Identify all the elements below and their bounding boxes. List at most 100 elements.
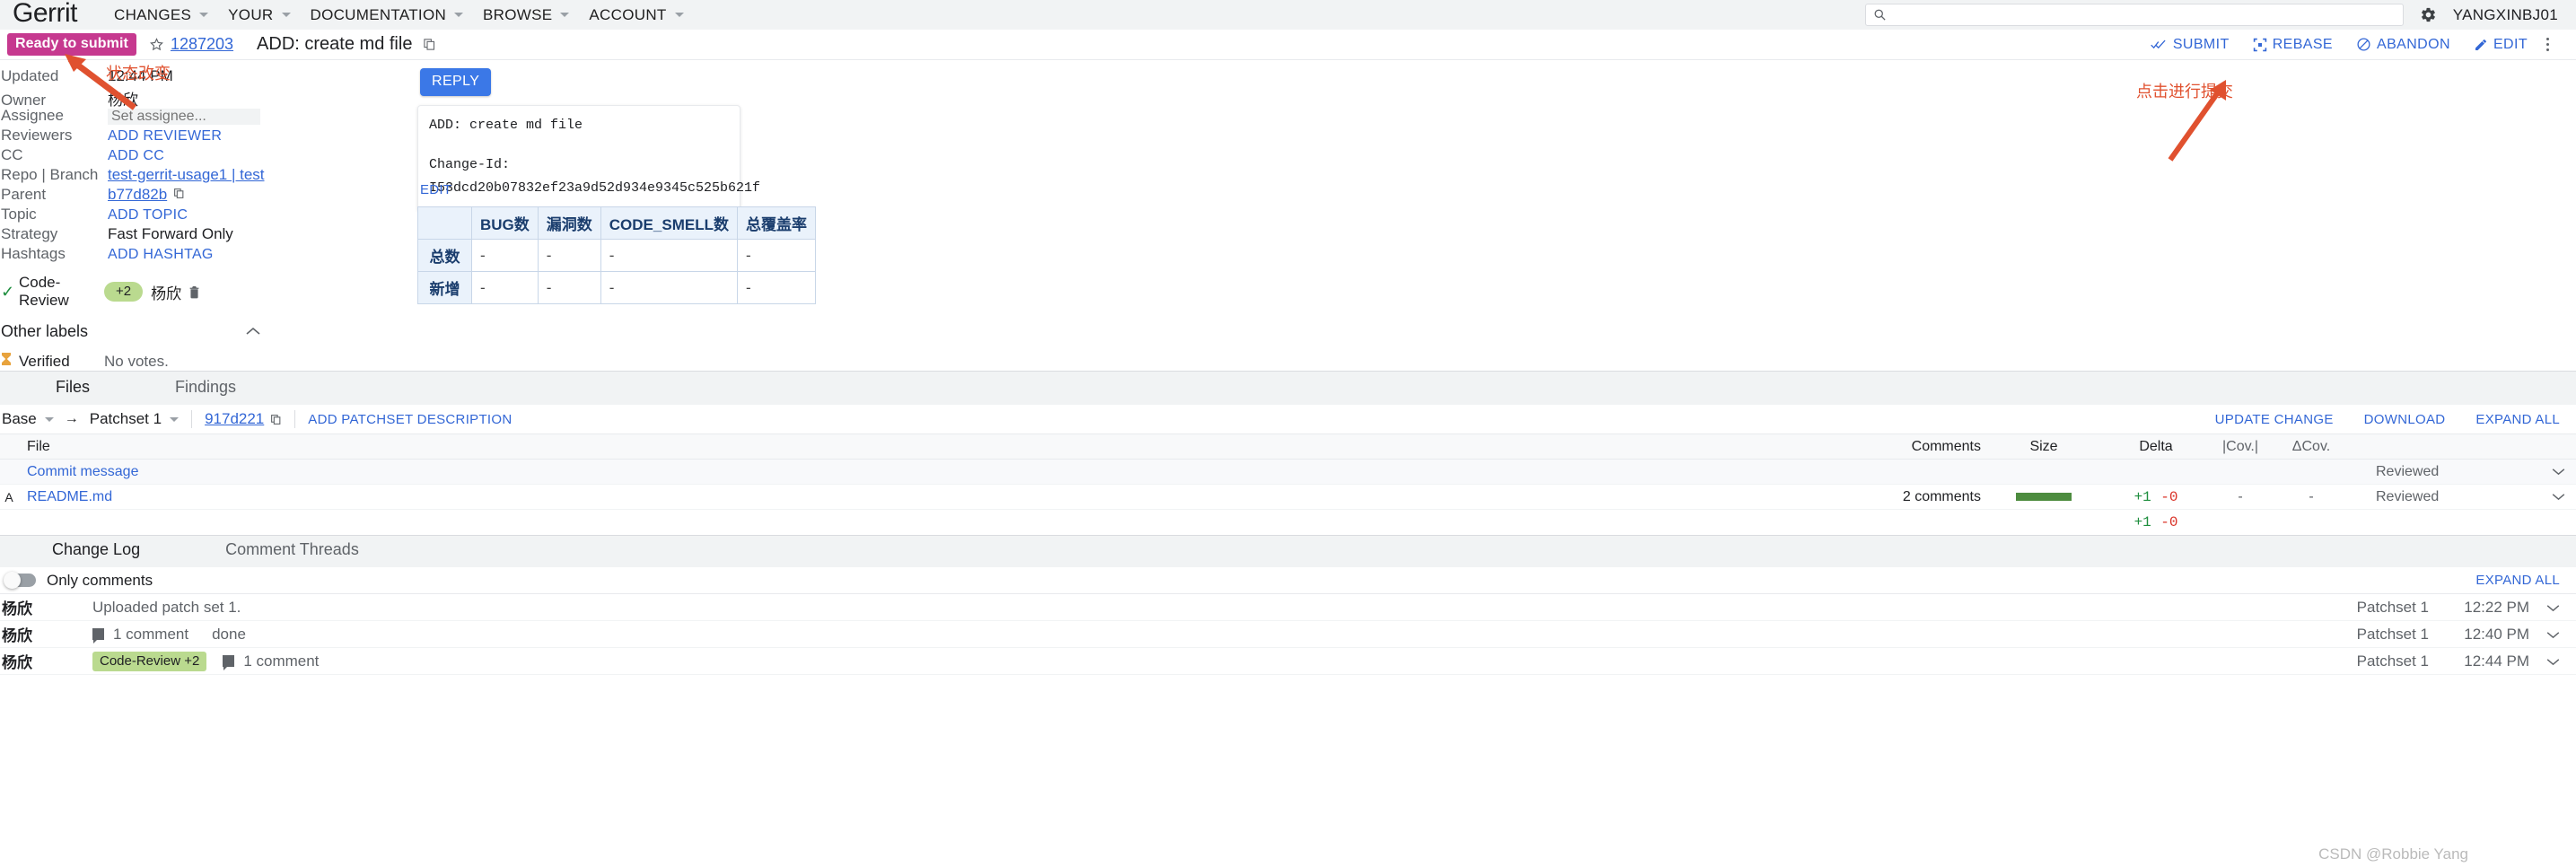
chevron-down-icon[interactable] — [2529, 652, 2560, 670]
tab-comment-threads[interactable]: Comment Threads — [207, 540, 377, 567]
table-row[interactable]: Commit message Reviewed — [0, 460, 2576, 485]
block-icon — [2357, 38, 2370, 51]
app-logo[interactable]: Gerrit — [13, 0, 78, 30]
update-change-button[interactable]: UPDATE CHANGE — [2215, 412, 2334, 427]
change-actions: SUBMIT REBASE ABANDON EDIT — [2139, 37, 2560, 53]
base-selector[interactable]: Base — [2, 410, 54, 428]
log-patchset: Patchset 1 — [2356, 652, 2429, 670]
add-reviewer-button[interactable]: ADD REVIEWER — [108, 128, 222, 144]
nav-item-browse[interactable]: BROWSE — [473, 6, 579, 24]
user-menu[interactable]: YANGXINBJ01 — [2453, 6, 2558, 24]
rebase-button[interactable]: REBASE — [2241, 37, 2344, 53]
other-labels-toggle[interactable]: Other labels — [0, 322, 260, 341]
trash-icon[interactable] — [188, 285, 200, 299]
metrics-cell: - — [537, 271, 601, 304]
add-hashtag-button[interactable]: ADD HASHTAG — [108, 247, 214, 263]
nav-item-documentation[interactable]: DOCUMENTATION — [301, 6, 474, 24]
file-status: A — [4, 489, 13, 504]
chevron-down-icon[interactable] — [2529, 626, 2560, 644]
search-box[interactable] — [1864, 4, 2404, 26]
file-comments[interactable]: 2 comments — [1824, 489, 1981, 505]
double-check-icon — [2151, 39, 2166, 49]
edit-button[interactable]: EDIT — [2462, 37, 2539, 53]
metrics-cell: - — [736, 239, 816, 272]
list-item[interactable]: 杨欣 Code-Review +2 1 comment Patchset 1 1… — [0, 648, 2576, 675]
metrics-row-new: 新增 - - - - — [417, 271, 816, 304]
patchset-right-actions: UPDATE CHANGE DOWNLOAD EXPAND ALL — [2215, 412, 2560, 427]
download-button[interactable]: DOWNLOAD — [2364, 412, 2446, 427]
log-timestamp: 12:44 PM — [2464, 652, 2529, 670]
nav-item-account[interactable]: ACCOUNT — [579, 6, 693, 24]
gear-icon[interactable] — [2420, 6, 2437, 23]
log-comment-count[interactable]: 1 comment — [113, 626, 188, 644]
star-outline-icon[interactable] — [149, 37, 164, 52]
meta-row-owner: Owner 杨欣 — [0, 87, 278, 109]
chevron-down-icon[interactable] — [2540, 464, 2576, 480]
meta-label: Hashtags — [1, 245, 66, 262]
abandon-button[interactable]: ABANDON — [2344, 37, 2462, 53]
file-reviewed-status[interactable]: Reviewed — [2347, 464, 2540, 480]
copy-icon[interactable] — [423, 38, 436, 51]
vote-chip[interactable]: +2 — [104, 282, 144, 302]
nav-item-changes[interactable]: CHANGES — [104, 6, 218, 24]
tab-findings[interactable]: Findings — [157, 378, 254, 405]
metrics-cell: - — [537, 239, 601, 272]
arrow-right-icon: → — [64, 411, 79, 426]
log-author: 杨欣 — [2, 600, 32, 617]
copy-icon[interactable] — [270, 414, 282, 425]
meta-row-parent: Parent b77d82b — [0, 186, 278, 206]
toggle-knob — [4, 572, 21, 589]
kebab-menu-icon[interactable] — [2539, 38, 2560, 51]
add-topic-button[interactable]: ADD TOPIC — [108, 207, 188, 223]
log-comment-count[interactable]: 1 comment — [243, 652, 319, 670]
copy-icon[interactable] — [173, 188, 185, 199]
patchset-selector[interactable]: Patchset 1 — [89, 410, 180, 428]
list-item[interactable]: 杨欣 1 comment done Patchset 1 12:40 PM — [0, 621, 2576, 648]
meta-label: Strategy — [1, 225, 58, 242]
code-review-chip: Code-Review +2 — [92, 651, 207, 671]
metrics-col-coverage: 总覆盖率 — [736, 206, 816, 240]
status-badge[interactable]: Ready to submit — [7, 33, 136, 56]
search-input[interactable] — [1891, 6, 2396, 23]
chevron-down-icon — [199, 13, 209, 17]
chevron-down-icon[interactable] — [2529, 599, 2560, 617]
list-item[interactable]: 杨欣 Uploaded patch set 1. Patchset 1 12:2… — [0, 594, 2576, 621]
meta-row-hashtags: Hashtags ADD HASHTAG — [0, 245, 278, 265]
nav-item-your[interactable]: YOUR — [218, 6, 300, 24]
file-delta: +1 -0 — [2107, 489, 2205, 505]
add-patchset-description-button[interactable]: ADD PATCHSET DESCRIPTION — [308, 412, 512, 427]
meta-value-owner[interactable]: 杨欣 — [108, 87, 138, 109]
verified-value: No votes. — [104, 352, 169, 370]
tab-files[interactable]: Files — [38, 378, 108, 405]
table-row[interactable]: A README.md 2 comments +1 -0 - - Reviewe… — [0, 485, 2576, 510]
file-link-readme[interactable]: README.md — [27, 489, 112, 504]
change-header-bar: Ready to submit 1287203 ADD: create md f… — [0, 30, 2576, 60]
file-reviewed-status[interactable]: Reviewed — [2347, 489, 2540, 505]
assignee-input[interactable] — [108, 109, 260, 125]
app-header: Gerrit CHANGES YOUR DOCUMENTATION BROWSE… — [0, 0, 2576, 30]
file-link-commit-message[interactable]: Commit message — [27, 464, 138, 479]
totals-added: +1 — [2134, 514, 2151, 530]
col-delta: Delta — [2139, 438, 2173, 454]
parent-commit-link[interactable]: b77d82b — [108, 186, 167, 204]
comment-icon — [92, 628, 104, 644]
tab-change-log[interactable]: Change Log — [34, 540, 158, 567]
add-cc-button[interactable]: ADD CC — [108, 148, 164, 164]
meta-row-updated: Updated 12:44 PM — [0, 67, 278, 87]
change-number-link[interactable]: 1287203 — [171, 35, 233, 54]
expand-all-log-button[interactable]: EXPAND ALL — [2475, 573, 2560, 588]
edit-commit-message-button[interactable]: EDIT — [420, 182, 451, 197]
expand-all-files-button[interactable]: EXPAND ALL — [2475, 412, 2560, 427]
only-comments-toggle[interactable] — [4, 572, 36, 589]
patchset-sha-link[interactable]: 917d221 — [205, 410, 264, 428]
patchset-label: Patchset 1 — [89, 410, 162, 427]
submit-button[interactable]: SUBMIT — [2139, 37, 2241, 53]
meta-row-strategy: Strategy Fast Forward Only — [0, 225, 278, 245]
meta-label: Repo | Branch — [1, 166, 99, 183]
repo-branch-link[interactable]: test-gerrit-usage1 | test — [108, 166, 265, 184]
reply-button[interactable]: REPLY — [420, 68, 492, 96]
chevron-down-icon[interactable] — [2540, 489, 2576, 505]
rebase-icon — [2253, 38, 2266, 51]
meta-value-strategy: Fast Forward Only — [108, 225, 233, 242]
action-label: SUBMIT — [2172, 36, 2230, 52]
